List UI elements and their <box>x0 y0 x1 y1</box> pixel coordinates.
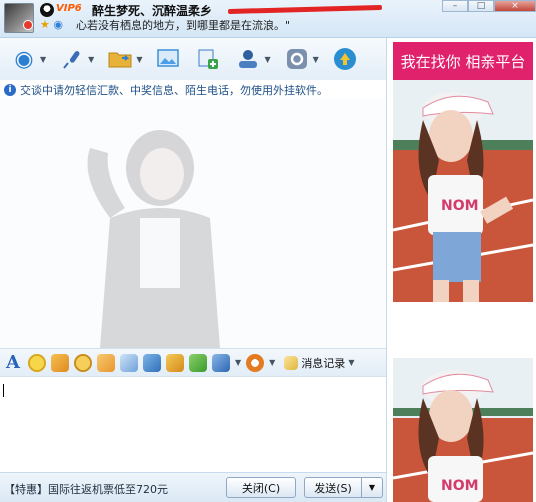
sogou-icon[interactable] <box>246 353 265 372</box>
ad-photo[interactable]: NOM <box>393 80 533 302</box>
chevron-down-icon[interactable]: ▼ <box>264 55 270 64</box>
send-options-button[interactable]: ▼ <box>361 477 383 498</box>
chevron-down-icon: ▼ <box>368 483 376 492</box>
apps-icon <box>331 45 359 73</box>
window-controls: – □ × <box>442 0 536 12</box>
close-window-button[interactable]: × <box>494 0 536 12</box>
busy-status-icon <box>23 20 33 30</box>
security-notice-text: 交谈中请勿轻信汇款、中奖信息、陌生电话，勿使用外挂软件。 <box>20 84 328 97</box>
mobile-icon: ◉ <box>53 18 63 31</box>
apps-button[interactable] <box>331 45 359 73</box>
ad-banner[interactable]: 我在找你 相亲平台 <box>393 42 533 80</box>
promo-link[interactable]: 【特惠】国际往返机票低至720元 <box>4 481 168 497</box>
chat-toolbar: ◉ ▼ ▼ ▼ ▼ ▼ <box>0 38 386 80</box>
security-notice: i 交谈中请勿轻信汇款、中奖信息、陌生电话，勿使用外挂软件。 <box>4 82 328 98</box>
star-icon: ★ <box>40 18 50 31</box>
message-history-label: 消息记录 <box>301 356 346 370</box>
gift-icon[interactable] <box>189 353 207 372</box>
send-image-icon[interactable] <box>143 353 161 372</box>
bottom-bar: 【特惠】国际往返机票低至720元 关闭(C) 发送(S) ▼ <box>0 472 386 502</box>
chevron-down-icon[interactable]: ▼ <box>235 358 241 367</box>
close-button[interactable]: 关闭(C) <box>226 477 296 498</box>
ad-photo[interactable]: NOM <box>393 358 533 502</box>
input-toolbar: A ▼ ▼ 消息记录 ▼ <box>0 348 386 376</box>
chat-background-image <box>87 130 220 348</box>
create-group-button[interactable] <box>194 45 222 73</box>
contact-status-icons: ★ ◉ <box>40 18 63 31</box>
message-history-button[interactable]: 消息记录 ▼ <box>284 355 354 371</box>
minimize-button[interactable]: – <box>442 0 468 12</box>
svg-text:NOM: NOM <box>441 478 479 494</box>
gesture-icon[interactable] <box>97 353 115 372</box>
chevron-down-icon[interactable]: ▼ <box>136 55 142 64</box>
maximize-button[interactable]: □ <box>468 0 494 12</box>
message-history-area[interactable] <box>0 98 386 348</box>
vip-badge[interactable]: VIP6 <box>56 3 82 14</box>
video-chat-button[interactable]: ◉ ▼ <box>10 45 46 73</box>
settings-button[interactable]: ▼ <box>283 45 319 73</box>
send-file-button[interactable]: ▼ <box>106 45 142 73</box>
emoji-icon[interactable] <box>28 353 46 372</box>
doodle-icon[interactable] <box>120 353 138 372</box>
magic-emoji-icon[interactable] <box>74 353 92 372</box>
contact-signature: 心若没有栖息的地方，到哪里都是在流浪。" <box>76 19 291 32</box>
chevron-down-icon[interactable]: ▼ <box>88 55 94 64</box>
ad-panel: 我在找你 相亲平台 NOM NOM <box>386 38 536 502</box>
image-icon <box>154 45 182 73</box>
info-icon: i <box>4 84 16 96</box>
message-input[interactable] <box>0 376 386 472</box>
chevron-down-icon[interactable]: ▼ <box>313 55 319 64</box>
text-cursor <box>3 384 4 397</box>
folder-icon <box>106 45 134 73</box>
qq-penguin-icon <box>40 3 54 17</box>
history-icon <box>284 355 299 370</box>
vibrate-icon[interactable] <box>51 353 69 372</box>
send-button[interactable]: 发送(S) <box>304 477 362 498</box>
font-settings-button[interactable]: A <box>3 352 23 373</box>
remote-assist-button[interactable]: ▼ <box>234 45 271 73</box>
music-icon[interactable] <box>166 353 184 372</box>
image-button[interactable] <box>154 45 182 73</box>
chevron-down-icon: ▼ <box>348 358 355 367</box>
voice-chat-icon <box>58 45 86 73</box>
chevron-down-icon[interactable]: ▼ <box>269 358 275 367</box>
video-chat-icon: ◉ <box>14 46 34 72</box>
remote-assist-icon <box>234 45 262 73</box>
title-bar: VIP6 醉生梦死、沉醉温柔乡 ★ ◉ 心若没有栖息的地方，到哪里都是在流浪。"… <box>0 0 536 38</box>
screenshot-icon[interactable] <box>212 353 230 372</box>
redaction-mark <box>227 4 383 15</box>
chevron-down-icon[interactable]: ▼ <box>40 55 46 64</box>
svg-text:NOM: NOM <box>441 198 479 214</box>
voice-chat-button[interactable]: ▼ <box>58 45 94 73</box>
settings-icon <box>283 45 311 73</box>
create-group-icon <box>194 45 222 73</box>
